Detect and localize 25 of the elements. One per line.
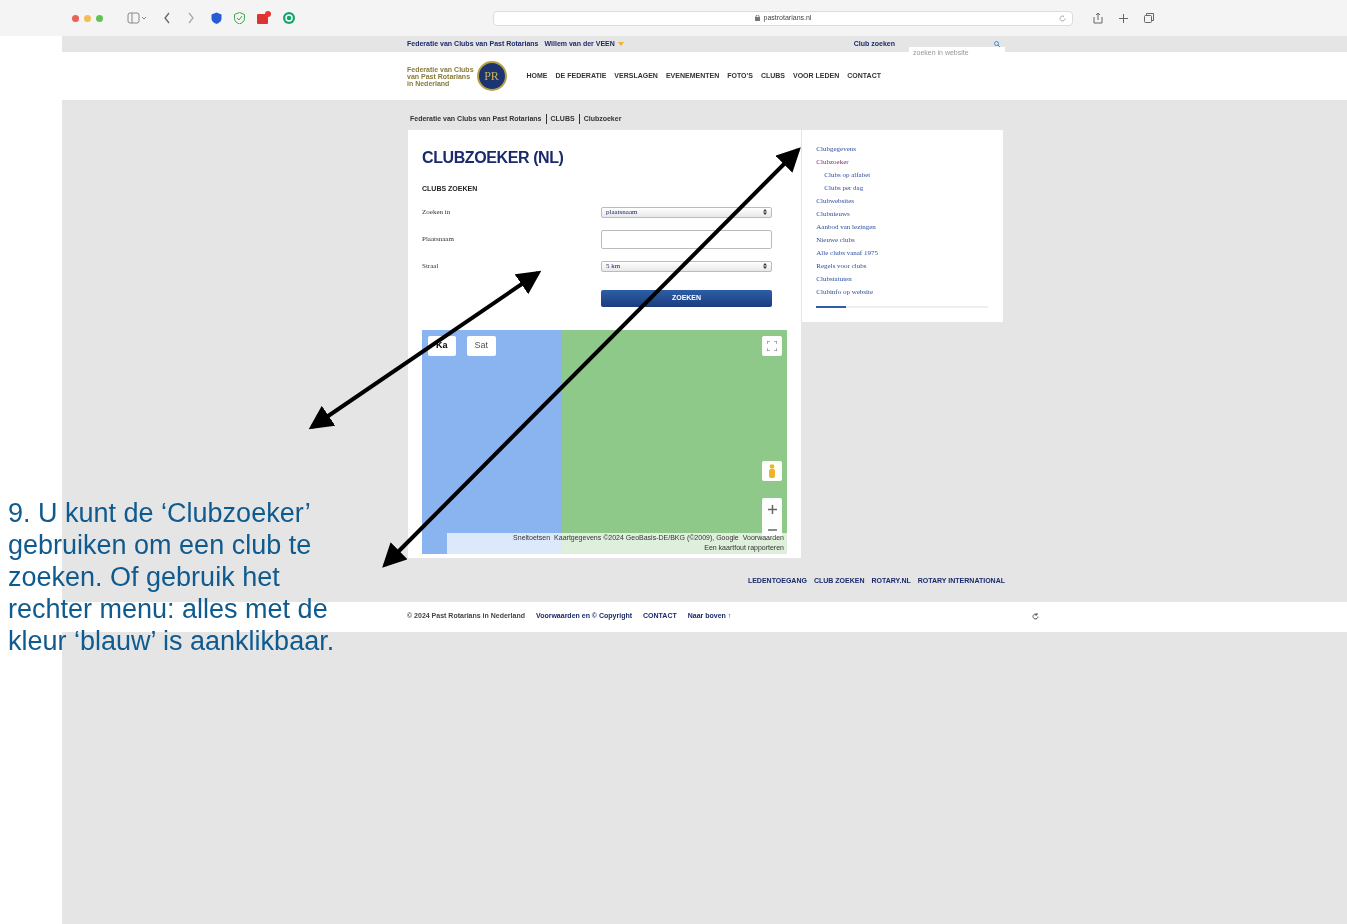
logo-emblem[interactable]: PR <box>476 61 507 91</box>
lock-icon <box>754 15 760 21</box>
back-icon[interactable] <box>163 12 171 24</box>
stepper-icon <box>763 209 767 215</box>
sidebar-toggle-icon[interactable] <box>127 12 147 24</box>
fullscreen-icon <box>767 340 777 351</box>
extension-icon[interactable] <box>257 11 271 25</box>
tabs-icon[interactable] <box>1144 13 1154 23</box>
breadcrumb-separator <box>578 114 580 124</box>
zoom-out-icon[interactable] <box>767 528 777 531</box>
pegman-icon <box>768 463 776 478</box>
stepper-icon <box>763 263 767 269</box>
zoom-in-icon[interactable] <box>767 505 777 514</box>
share-icon[interactable] <box>1093 12 1103 24</box>
annotation-text: 9. U kunt de ‘Clubzoeker’ gebruiken om een club te zoeken. Of gebruik het rechter menu: alles met de kleur ‘blauw’ is aanklikbaar. <box>8 497 336 657</box>
new-tab-icon[interactable] <box>1119 13 1128 23</box>
text-input[interactable] <box>601 229 772 249</box>
page-title: CLUBZOEKER (NL) <box>422 148 565 168</box>
shield-check-icon[interactable] <box>234 12 245 24</box>
window-controls-icon[interactable] <box>72 14 103 22</box>
caret-icon <box>617 42 624 46</box>
breadcrumb-separator <box>545 114 547 124</box>
refresh-icon[interactable] <box>1032 613 1040 620</box>
extension-icon[interactable] <box>211 12 222 24</box>
search-icon <box>994 41 1000 47</box>
